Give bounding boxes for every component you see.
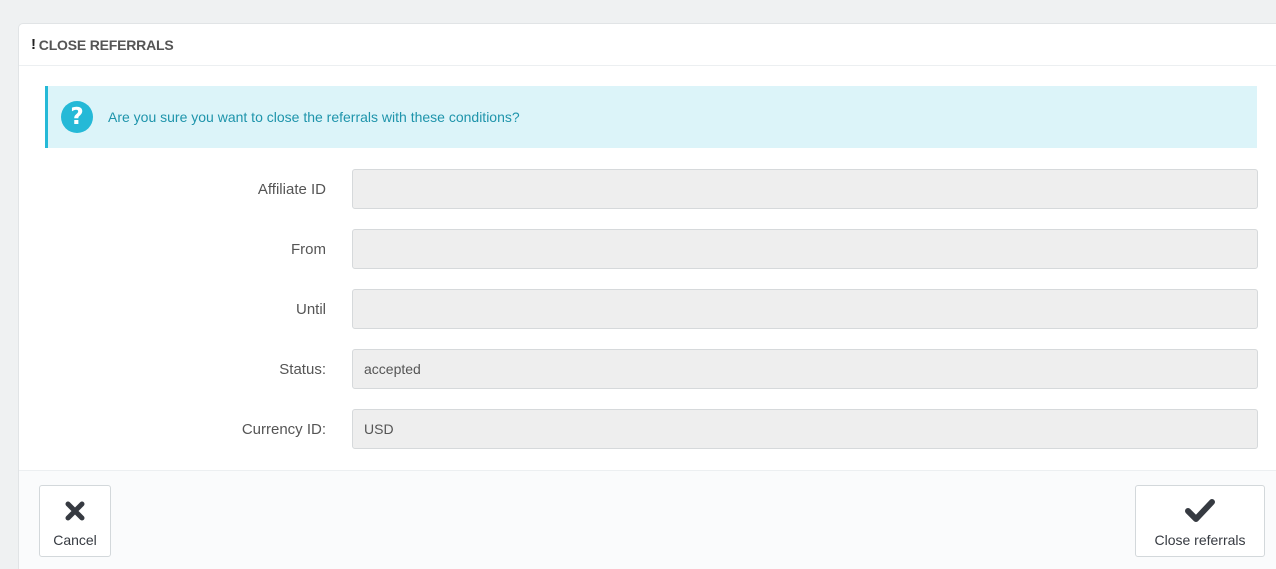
until-row: Until xyxy=(19,289,1276,329)
affiliate-id-row: Affiliate ID xyxy=(19,169,1276,209)
question-circle-icon: ? xyxy=(61,101,93,133)
from-field[interactable] xyxy=(352,229,1258,269)
affiliate-id-field[interactable] xyxy=(352,169,1258,209)
alert-message: Are you sure you want to close the refer… xyxy=(108,109,520,125)
affiliate-id-label: Affiliate ID xyxy=(257,180,326,198)
until-label: Until xyxy=(295,300,326,318)
close-icon xyxy=(64,500,86,525)
currency-id-label: Currency ID: xyxy=(241,420,326,438)
panel-footer: Cancel Close referrals xyxy=(19,470,1276,569)
close-referrals-label: Close referrals xyxy=(1154,532,1246,548)
close-referrals-panel: ! CLOSE REFERRALS ? Are you sure you wan… xyxy=(18,23,1276,569)
cancel-button[interactable]: Cancel xyxy=(39,485,111,557)
from-row: From xyxy=(19,229,1276,269)
confirmation-alert: ? Are you sure you want to close the ref… xyxy=(45,86,1257,148)
checkmark-icon xyxy=(1185,498,1215,525)
close-referrals-button[interactable]: Close referrals xyxy=(1135,485,1265,557)
from-label: From xyxy=(291,240,326,258)
currency-id-row: Currency ID: USD xyxy=(19,409,1276,449)
exclamation-icon: ! xyxy=(31,36,36,53)
panel-heading: ! CLOSE REFERRALS xyxy=(19,24,1276,66)
until-field[interactable] xyxy=(352,289,1258,329)
cancel-label: Cancel xyxy=(53,532,97,548)
panel-title: CLOSE REFERRALS xyxy=(38,36,174,53)
currency-id-field[interactable]: USD xyxy=(352,409,1258,449)
status-label: Status: xyxy=(279,360,326,378)
status-row: Status: accepted xyxy=(19,349,1276,389)
status-field[interactable]: accepted xyxy=(352,349,1258,389)
